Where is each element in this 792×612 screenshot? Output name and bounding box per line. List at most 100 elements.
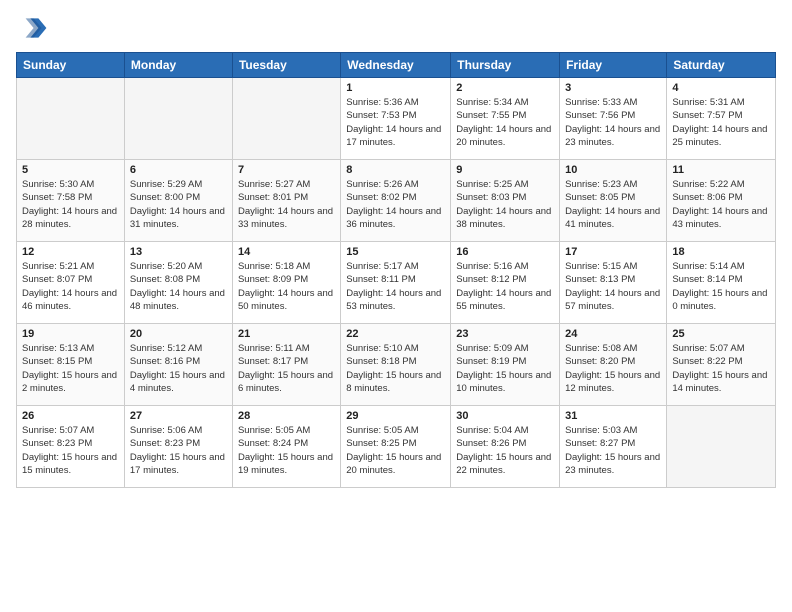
calendar-cell: 25 Sunrise: 5:07 AMSunset: 8:22 PMDayligh… xyxy=(667,324,776,406)
calendar-cell: 28 Sunrise: 5:05 AMSunset: 8:24 PMDayligh… xyxy=(232,406,340,488)
day-number: 6 xyxy=(130,164,227,176)
weekday-header: Tuesday xyxy=(232,53,340,78)
day-info: Sunrise: 5:07 AMSunset: 8:23 PMDaylight:… xyxy=(22,424,119,477)
day-number: 31 xyxy=(565,410,661,422)
day-info: Sunrise: 5:12 AMSunset: 8:16 PMDaylight:… xyxy=(130,342,227,395)
calendar-cell: 2 Sunrise: 5:34 AMSunset: 7:55 PMDaylight… xyxy=(451,78,560,160)
calendar-cell: 6 Sunrise: 5:29 AMSunset: 8:00 PMDaylight… xyxy=(124,160,232,242)
day-number: 17 xyxy=(565,246,661,258)
calendar-cell: 21 Sunrise: 5:11 AMSunset: 8:17 PMDayligh… xyxy=(232,324,340,406)
day-info: Sunrise: 5:10 AMSunset: 8:18 PMDaylight:… xyxy=(346,342,445,395)
weekday-header: Saturday xyxy=(667,53,776,78)
calendar-week-row: 12 Sunrise: 5:21 AMSunset: 8:07 PMDayligh… xyxy=(17,242,776,324)
day-info: Sunrise: 5:11 AMSunset: 8:17 PMDaylight:… xyxy=(238,342,335,395)
calendar-cell: 10 Sunrise: 5:23 AMSunset: 8:05 PMDayligh… xyxy=(560,160,667,242)
logo-icon xyxy=(16,12,48,44)
calendar-cell: 17 Sunrise: 5:15 AMSunset: 8:13 PMDayligh… xyxy=(560,242,667,324)
calendar-cell: 3 Sunrise: 5:33 AMSunset: 7:56 PMDaylight… xyxy=(560,78,667,160)
calendar-cell xyxy=(124,78,232,160)
day-number: 22 xyxy=(346,328,445,340)
calendar-week-row: 26 Sunrise: 5:07 AMSunset: 8:23 PMDayligh… xyxy=(17,406,776,488)
calendar-header-row: SundayMondayTuesdayWednesdayThursdayFrid… xyxy=(17,53,776,78)
day-number: 5 xyxy=(22,164,119,176)
day-info: Sunrise: 5:14 AMSunset: 8:14 PMDaylight:… xyxy=(672,260,770,313)
day-number: 21 xyxy=(238,328,335,340)
day-number: 24 xyxy=(565,328,661,340)
weekday-header: Monday xyxy=(124,53,232,78)
calendar-table: SundayMondayTuesdayWednesdayThursdayFrid… xyxy=(16,52,776,488)
calendar-cell: 12 Sunrise: 5:21 AMSunset: 8:07 PMDayligh… xyxy=(17,242,125,324)
calendar-cell: 24 Sunrise: 5:08 AMSunset: 8:20 PMDayligh… xyxy=(560,324,667,406)
day-info: Sunrise: 5:13 AMSunset: 8:15 PMDaylight:… xyxy=(22,342,119,395)
calendar-cell: 11Sunrise: 5:22 AMSunset: 8:06 PMDayligh… xyxy=(667,160,776,242)
day-number: 13 xyxy=(130,246,227,258)
calendar-week-row: 5Sunrise: 5:30 AMSunset: 7:58 PMDaylight… xyxy=(17,160,776,242)
calendar-cell: 16 Sunrise: 5:16 AMSunset: 8:12 PMDayligh… xyxy=(451,242,560,324)
day-number: 3 xyxy=(565,82,661,94)
calendar-cell xyxy=(17,78,125,160)
day-number: 20 xyxy=(130,328,227,340)
day-number: 19 xyxy=(22,328,119,340)
day-number: 7 xyxy=(238,164,335,176)
calendar-cell: 31 Sunrise: 5:03 AMSunset: 8:27 PMDayligh… xyxy=(560,406,667,488)
calendar-cell: 30Sunrise: 5:04 AMSunset: 8:26 PMDayligh… xyxy=(451,406,560,488)
day-number: 18 xyxy=(672,246,770,258)
day-info: Sunrise: 5:04 AMSunset: 8:26 PMDaylight:… xyxy=(456,424,554,477)
day-info: Sunrise: 5:08 AMSunset: 8:20 PMDaylight:… xyxy=(565,342,661,395)
day-number: 16 xyxy=(456,246,554,258)
day-info: Sunrise: 5:29 AMSunset: 8:00 PMDaylight:… xyxy=(130,178,227,231)
day-number: 1 xyxy=(346,82,445,94)
day-info: Sunrise: 5:05 AMSunset: 8:25 PMDaylight:… xyxy=(346,424,445,477)
day-info: Sunrise: 5:31 AMSunset: 7:57 PMDaylight:… xyxy=(672,96,770,149)
weekday-header: Wednesday xyxy=(341,53,451,78)
calendar-cell: 22 Sunrise: 5:10 AMSunset: 8:18 PMDayligh… xyxy=(341,324,451,406)
calendar-cell: 27 Sunrise: 5:06 AMSunset: 8:23 PMDayligh… xyxy=(124,406,232,488)
day-info: Sunrise: 5:09 AMSunset: 8:19 PMDaylight:… xyxy=(456,342,554,395)
calendar-cell xyxy=(667,406,776,488)
day-number: 9 xyxy=(456,164,554,176)
day-info: Sunrise: 5:16 AMSunset: 8:12 PMDaylight:… xyxy=(456,260,554,313)
calendar-cell xyxy=(232,78,340,160)
calendar-cell: 5Sunrise: 5:30 AMSunset: 7:58 PMDaylight… xyxy=(17,160,125,242)
calendar-cell: 26 Sunrise: 5:07 AMSunset: 8:23 PMDayligh… xyxy=(17,406,125,488)
day-info: Sunrise: 5:36 AMSunset: 7:53 PMDaylight:… xyxy=(346,96,445,149)
calendar-cell: 1 Sunrise: 5:36 AMSunset: 7:53 PMDaylight… xyxy=(341,78,451,160)
calendar-cell: 8Sunrise: 5:26 AMSunset: 8:02 PMDaylight… xyxy=(341,160,451,242)
day-info: Sunrise: 5:22 AMSunset: 8:06 PMDaylight:… xyxy=(672,178,770,231)
day-info: Sunrise: 5:33 AMSunset: 7:56 PMDaylight:… xyxy=(565,96,661,149)
weekday-header: Friday xyxy=(560,53,667,78)
day-info: Sunrise: 5:27 AMSunset: 8:01 PMDaylight:… xyxy=(238,178,335,231)
day-info: Sunrise: 5:17 AMSunset: 8:11 PMDaylight:… xyxy=(346,260,445,313)
calendar-cell: 23Sunrise: 5:09 AMSunset: 8:19 PMDayligh… xyxy=(451,324,560,406)
day-info: Sunrise: 5:21 AMSunset: 8:07 PMDaylight:… xyxy=(22,260,119,313)
calendar-cell: 13Sunrise: 5:20 AMSunset: 8:08 PMDayligh… xyxy=(124,242,232,324)
day-number: 27 xyxy=(130,410,227,422)
day-number: 12 xyxy=(22,246,119,258)
day-info: Sunrise: 5:23 AMSunset: 8:05 PMDaylight:… xyxy=(565,178,661,231)
calendar-week-row: 1 Sunrise: 5:36 AMSunset: 7:53 PMDaylight… xyxy=(17,78,776,160)
day-info: Sunrise: 5:06 AMSunset: 8:23 PMDaylight:… xyxy=(130,424,227,477)
day-number: 2 xyxy=(456,82,554,94)
day-number: 26 xyxy=(22,410,119,422)
day-info: Sunrise: 5:25 AMSunset: 8:03 PMDaylight:… xyxy=(456,178,554,231)
calendar-cell: 4 Sunrise: 5:31 AMSunset: 7:57 PMDaylight… xyxy=(667,78,776,160)
calendar-cell: 9 Sunrise: 5:25 AMSunset: 8:03 PMDaylight… xyxy=(451,160,560,242)
day-number: 4 xyxy=(672,82,770,94)
logo xyxy=(16,12,52,44)
calendar-cell: 14Sunrise: 5:18 AMSunset: 8:09 PMDayligh… xyxy=(232,242,340,324)
day-info: Sunrise: 5:15 AMSunset: 8:13 PMDaylight:… xyxy=(565,260,661,313)
day-number: 25 xyxy=(672,328,770,340)
day-number: 28 xyxy=(238,410,335,422)
calendar-cell: 20 Sunrise: 5:12 AMSunset: 8:16 PMDayligh… xyxy=(124,324,232,406)
day-info: Sunrise: 5:03 AMSunset: 8:27 PMDaylight:… xyxy=(565,424,661,477)
day-number: 10 xyxy=(565,164,661,176)
day-info: Sunrise: 5:26 AMSunset: 8:02 PMDaylight:… xyxy=(346,178,445,231)
day-info: Sunrise: 5:07 AMSunset: 8:22 PMDaylight:… xyxy=(672,342,770,395)
calendar-cell: 29 Sunrise: 5:05 AMSunset: 8:25 PMDayligh… xyxy=(341,406,451,488)
day-number: 29 xyxy=(346,410,445,422)
day-number: 14 xyxy=(238,246,335,258)
day-info: Sunrise: 5:05 AMSunset: 8:24 PMDaylight:… xyxy=(238,424,335,477)
calendar-cell: 18 Sunrise: 5:14 AMSunset: 8:14 PMDayligh… xyxy=(667,242,776,324)
day-info: Sunrise: 5:34 AMSunset: 7:55 PMDaylight:… xyxy=(456,96,554,149)
day-number: 15 xyxy=(346,246,445,258)
